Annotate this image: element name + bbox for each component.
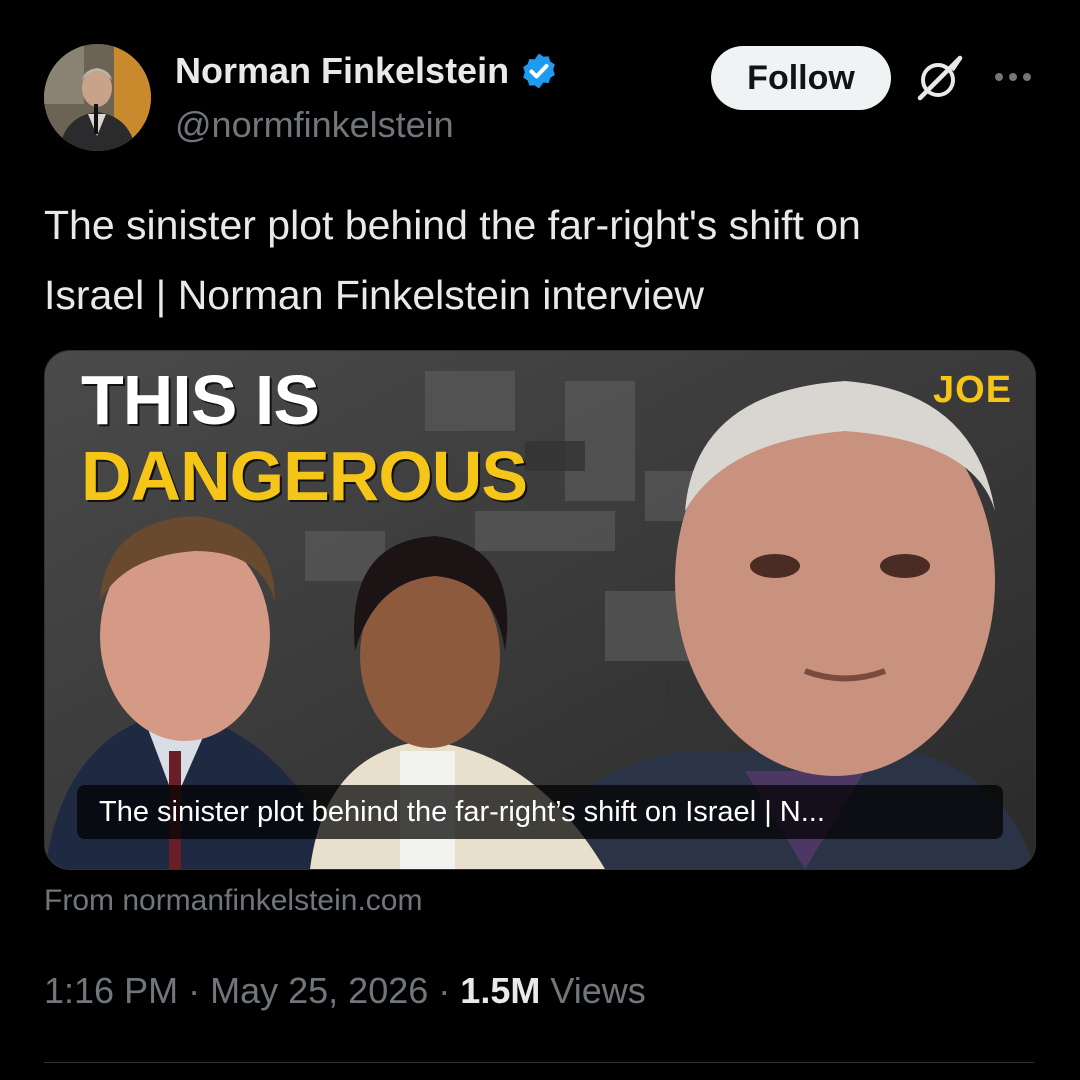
meta-separator: · [438, 970, 451, 1011]
card-source[interactable]: From normanfinkelstein.com [44, 884, 422, 918]
tweet-meta: 1:16 PM · May 25, 2026 · 1.5M Views [44, 970, 646, 1012]
thumbnail-headline-line-1: THIS IS [81, 361, 320, 439]
thumbnail-headline-line-2: DANGEROUS [81, 437, 528, 515]
tweet-header: Norman Finkelstein @normfinkelstein Foll… [44, 44, 1040, 154]
card-caption[interactable]: The sinister plot behind the far-right’s… [77, 785, 1003, 839]
tweet-text-line-2: Israel | Norman Finkelstein interview [44, 272, 705, 318]
link-card[interactable]: THIS IS DANGEROUS JOE The sinister plot … [44, 350, 1036, 870]
joe-logo: JOE [933, 369, 1013, 411]
tweet-date[interactable]: May 25, 2026 [210, 970, 428, 1011]
grok-icon[interactable] [914, 52, 966, 104]
more-icon[interactable] [991, 62, 1035, 92]
tweet-time[interactable]: 1:16 PM [44, 970, 178, 1011]
avatar-image [44, 44, 151, 151]
views-count[interactable]: 1.5M [460, 970, 540, 1011]
author-display-name[interactable]: Norman Finkelstein [175, 50, 509, 92]
meta-separator: · [188, 970, 201, 1011]
tweet-text: The sinister plot behind the far-right's… [44, 190, 1034, 330]
views-label[interactable]: Views [550, 970, 645, 1011]
thumbnail-headline: THIS IS DANGEROUS [81, 361, 528, 515]
follow-button[interactable]: Follow [711, 46, 891, 110]
author-handle[interactable]: @normfinkelstein [175, 104, 454, 146]
author-avatar[interactable] [44, 44, 151, 151]
author-name[interactable]: Norman Finkelstein [175, 50, 559, 92]
tweet-text-line-1: The sinister plot behind the far-right's… [44, 202, 861, 248]
verified-badge-icon[interactable] [519, 51, 559, 91]
divider [44, 1062, 1034, 1063]
